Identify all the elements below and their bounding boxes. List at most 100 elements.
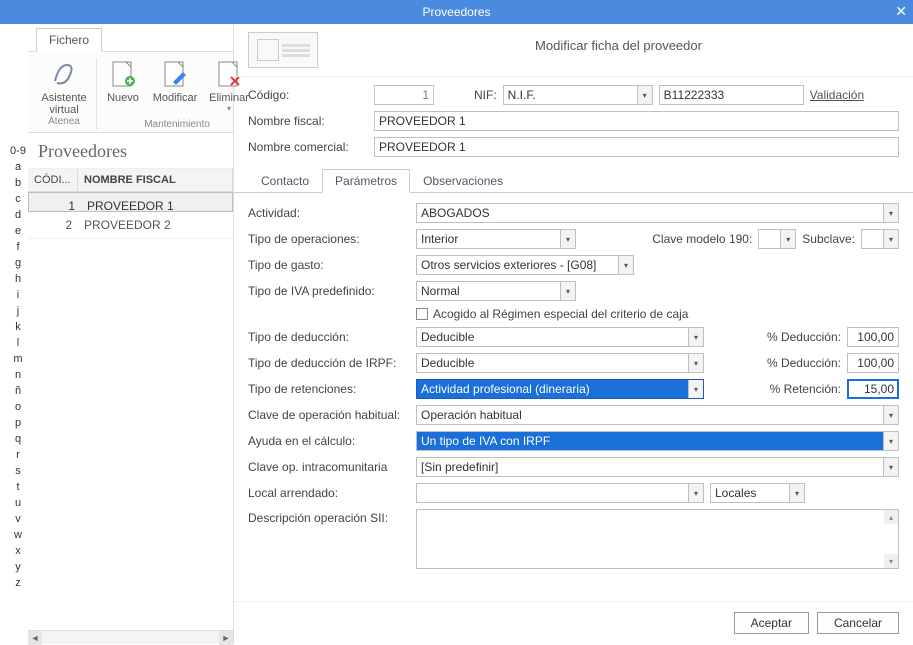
chevron-down-icon[interactable]: ▾ bbox=[688, 484, 703, 502]
alpha-g[interactable]: g bbox=[15, 256, 21, 270]
chevron-down-icon[interactable]: ▾ bbox=[688, 328, 703, 346]
nif-type-select[interactable]: N.I.F. ▾ bbox=[503, 85, 653, 105]
alpha-n[interactable]: n bbox=[15, 368, 21, 382]
cancel-button[interactable]: Cancelar bbox=[817, 612, 899, 634]
validation-link[interactable]: Validación bbox=[810, 88, 864, 102]
alpha-x[interactable]: x bbox=[15, 544, 21, 558]
alpha-a[interactable]: a bbox=[15, 160, 21, 174]
alpha-c[interactable]: c bbox=[15, 192, 21, 206]
actividad-select[interactable]: ABOGADOS ▾ bbox=[416, 203, 899, 223]
codigo-input[interactable] bbox=[374, 85, 434, 105]
alpha-m[interactable]: m bbox=[13, 352, 22, 366]
tab-contacto[interactable]: Contacto bbox=[248, 169, 322, 193]
nombre-comercial-input[interactable] bbox=[374, 137, 899, 157]
accept-button[interactable]: Aceptar bbox=[734, 612, 809, 634]
chevron-down-icon[interactable]: ▾ bbox=[560, 230, 575, 248]
chevron-down-icon[interactable]: ▾ bbox=[560, 282, 575, 300]
local-arrendado-select[interactable]: ▾ bbox=[416, 483, 704, 503]
scroll-up-icon[interactable]: ▴ bbox=[884, 510, 898, 524]
col-code[interactable]: CÓDI... bbox=[28, 169, 78, 191]
clave190-select[interactable]: ▾ bbox=[758, 229, 796, 249]
alpha-b[interactable]: b bbox=[15, 176, 21, 190]
chevron-down-icon[interactable]: ▾ bbox=[883, 230, 898, 248]
chevron-down-icon[interactable]: ▾ bbox=[789, 484, 804, 502]
clave-operacion-select[interactable]: Operación habitual ▾ bbox=[416, 405, 899, 425]
tipo-iva-select[interactable]: Normal ▾ bbox=[416, 281, 576, 301]
alpha-j[interactable]: j bbox=[17, 304, 19, 318]
alpha-z[interactable]: z bbox=[15, 576, 21, 590]
alpha-r[interactable]: r bbox=[16, 448, 20, 462]
horizontal-scrollbar[interactable]: ◄ ► bbox=[28, 630, 233, 644]
chevron-down-icon[interactable]: ▾ bbox=[688, 380, 703, 398]
tipo-deduccion-irpf-select[interactable]: Deducible ▾ bbox=[416, 353, 704, 373]
alpha-l[interactable]: l bbox=[17, 336, 19, 350]
tipo-iva-label: Tipo de IVA predefinido: bbox=[248, 284, 410, 298]
record-thumbnail[interactable] bbox=[248, 32, 318, 68]
assistant-label: Asistente virtual bbox=[38, 92, 90, 116]
alpha-t[interactable]: t bbox=[16, 480, 19, 494]
alpha-k[interactable]: k bbox=[15, 320, 21, 334]
tipo-operaciones-select[interactable]: Interior ▾ bbox=[416, 229, 576, 249]
chevron-down-icon[interactable]: ▾ bbox=[883, 406, 898, 424]
alpha-w[interactable]: w bbox=[14, 528, 22, 542]
modify-button[interactable]: Modificar bbox=[151, 58, 199, 113]
alpha-f[interactable]: f bbox=[16, 240, 19, 254]
scroll-right-icon[interactable]: ► bbox=[219, 631, 233, 645]
ribbon: Asistente virtual Atenea Nuevo bbox=[28, 51, 233, 133]
scroll-left-icon[interactable]: ◄ bbox=[28, 631, 42, 645]
pct-retencion-input[interactable] bbox=[847, 379, 899, 399]
nombre-fiscal-input[interactable] bbox=[374, 111, 899, 131]
col-name[interactable]: NOMBRE FISCAL bbox=[78, 169, 233, 191]
list-title: Proveedores bbox=[28, 133, 233, 169]
alpha-v[interactable]: v bbox=[15, 512, 21, 526]
nif-input[interactable] bbox=[659, 85, 804, 105]
vertical-scrollbar[interactable]: ▴ ▾ bbox=[884, 510, 898, 568]
alpha-q[interactable]: q bbox=[15, 432, 21, 446]
alpha-h[interactable]: h bbox=[15, 272, 21, 286]
alpha-p[interactable]: p bbox=[15, 416, 21, 430]
clave190-label: Clave modelo 190: bbox=[652, 232, 752, 246]
criterio-caja-checkbox[interactable]: Acogido al Régimen especial del criterio… bbox=[416, 307, 688, 321]
table-row[interactable]: 2PROVEEDOR 2 bbox=[28, 212, 233, 239]
nif-label: NIF: bbox=[474, 88, 497, 102]
window-title: Proveedores bbox=[422, 5, 490, 19]
tipo-gasto-select[interactable]: Otros servicios exteriores - [G08] ▾ bbox=[416, 255, 634, 275]
descripcion-sii-textarea[interactable]: ▴ ▾ bbox=[416, 509, 899, 569]
chevron-down-icon[interactable]: ▾ bbox=[688, 354, 703, 372]
close-icon[interactable]: ✕ bbox=[895, 3, 907, 20]
tipo-deduccion-select[interactable]: Deducible ▾ bbox=[416, 327, 704, 347]
tipo-retenciones-select[interactable]: Actividad profesional (dineraria) ▾ bbox=[416, 379, 704, 399]
pct-deduccion-input[interactable] bbox=[847, 327, 899, 347]
new-button[interactable]: Nuevo bbox=[103, 58, 143, 113]
alpha-0-9[interactable]: 0-9 bbox=[10, 144, 26, 158]
subclave-select[interactable]: ▾ bbox=[861, 229, 899, 249]
chevron-down-icon[interactable]: ▾ bbox=[780, 230, 795, 248]
assistant-button[interactable]: Asistente virtual Atenea bbox=[38, 58, 90, 127]
page-subtitle: Modificar ficha del proveedor bbox=[535, 38, 702, 53]
pct-deduccion2-input[interactable] bbox=[847, 353, 899, 373]
ayuda-calculo-select[interactable]: Un tipo de IVA con IRPF ▾ bbox=[416, 431, 899, 451]
tab-file[interactable]: Fichero bbox=[36, 28, 102, 52]
alpha-y[interactable]: y bbox=[15, 560, 21, 574]
checkbox-icon bbox=[416, 308, 428, 320]
chevron-down-icon[interactable]: ▾ bbox=[883, 458, 898, 476]
alpha-d[interactable]: d bbox=[15, 208, 21, 222]
alpha-s[interactable]: s bbox=[15, 464, 21, 478]
alpha-u[interactable]: u bbox=[15, 496, 21, 510]
scroll-down-icon[interactable]: ▾ bbox=[884, 554, 898, 568]
tab-observaciones[interactable]: Observaciones bbox=[410, 169, 516, 193]
tab-parametros[interactable]: Parámetros bbox=[322, 169, 410, 193]
chevron-down-icon[interactable]: ▾ bbox=[883, 432, 898, 450]
alpha-i[interactable]: i bbox=[17, 288, 19, 302]
chevron-down-icon[interactable]: ▾ bbox=[618, 256, 633, 274]
alpha-ñ[interactable]: ñ bbox=[15, 384, 21, 398]
alpha-e[interactable]: e bbox=[15, 224, 21, 238]
grid-header: CÓDI... NOMBRE FISCAL bbox=[28, 169, 233, 192]
table-row[interactable]: 1PROVEEDOR 1 bbox=[28, 192, 233, 212]
chevron-down-icon[interactable]: ▾ bbox=[637, 86, 652, 104]
locales-button[interactable]: Locales ▾ bbox=[710, 483, 805, 503]
clave-intracom-select[interactable]: [Sin predefinir] ▾ bbox=[416, 457, 899, 477]
chevron-down-icon[interactable]: ▾ bbox=[883, 204, 898, 222]
tipo-operaciones-label: Tipo de operaciones: bbox=[248, 232, 410, 246]
alpha-o[interactable]: o bbox=[15, 400, 21, 414]
